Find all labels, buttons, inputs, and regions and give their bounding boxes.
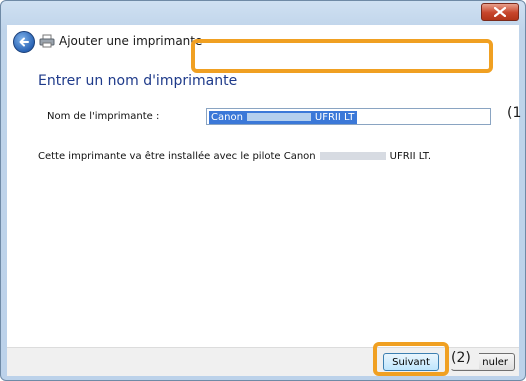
- printer-icon: [39, 34, 55, 48]
- highlight-printer-name: [191, 39, 493, 73]
- callout-2: (2): [451, 350, 471, 366]
- window-title: Ajouter une imprimante: [59, 34, 203, 48]
- callout-1: (1: [507, 105, 522, 121]
- printer-name-value: Canon UFRII LT: [209, 111, 358, 124]
- close-icon: [494, 7, 506, 17]
- printer-name-input[interactable]: Canon UFRII LT: [206, 108, 491, 125]
- printer-name-label: Nom de l'imprimante :: [47, 111, 160, 122]
- redacted-model: [319, 152, 386, 160]
- wizard-content: Entrer un nom d'imprimante Nom de l'impr…: [7, 59, 519, 347]
- page-title: Entrer un nom d'imprimante: [38, 73, 238, 89]
- back-arrow-icon: [19, 37, 29, 47]
- back-button[interactable]: [13, 31, 35, 53]
- close-button[interactable]: [481, 3, 519, 21]
- redacted-model: [246, 113, 311, 121]
- driver-info-text: Cette imprimante va être installée avec …: [38, 151, 432, 162]
- highlight-next-button: [373, 342, 449, 376]
